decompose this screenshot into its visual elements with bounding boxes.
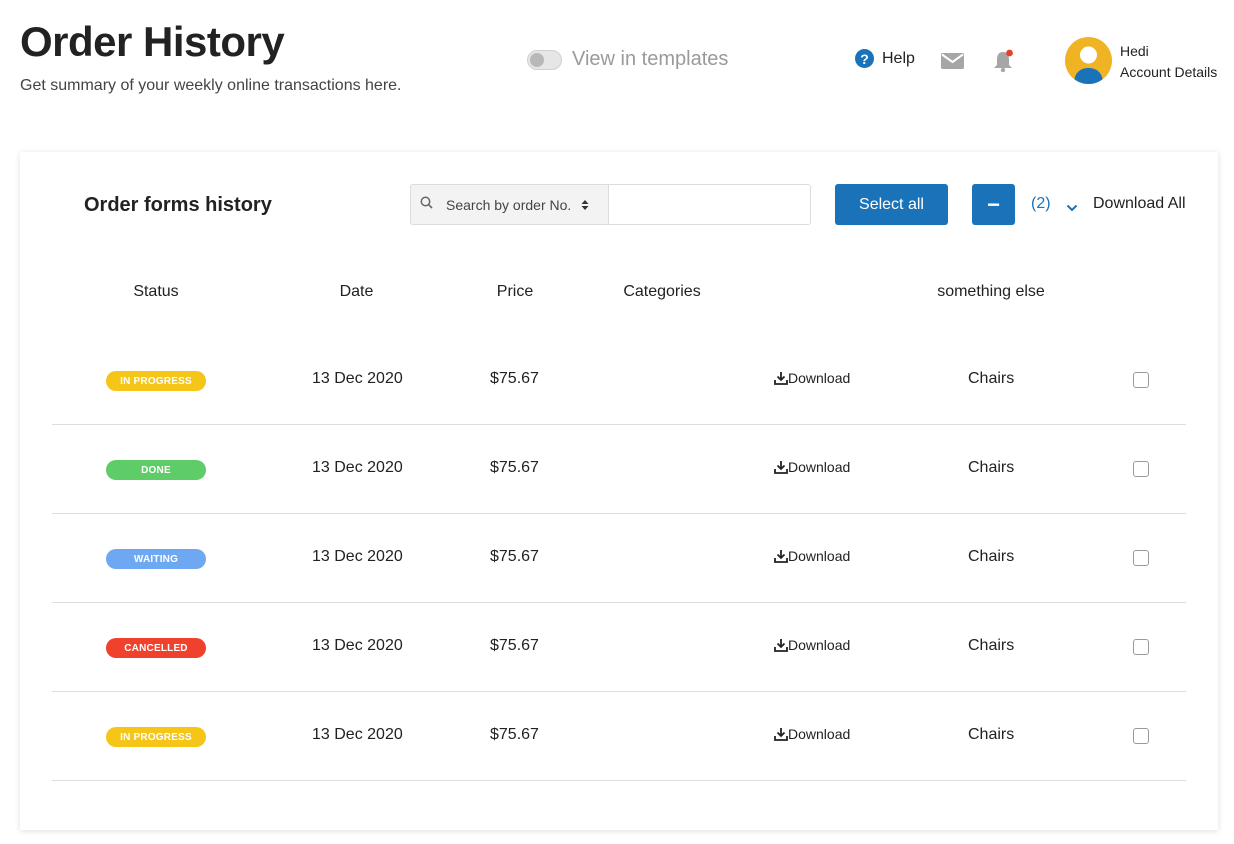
order-price: $75.67 (490, 637, 539, 654)
view-templates-toggle-group: View in templates (527, 48, 728, 71)
download-label: Download (788, 548, 851, 564)
download-all-button[interactable]: Download All (1093, 195, 1186, 213)
download-link[interactable]: Download (774, 726, 850, 742)
view-templates-toggle[interactable] (527, 49, 562, 70)
row-checkbox[interactable] (1133, 728, 1149, 744)
status-badge: CANCELLED (106, 638, 206, 658)
order-price: $75.67 (490, 459, 539, 476)
order-forms-card: Order forms history Search by order No. (20, 152, 1218, 830)
order-price: $75.67 (490, 370, 539, 387)
download-link[interactable]: Download (774, 637, 850, 653)
select-all-button[interactable]: Select all (835, 184, 948, 225)
status-badge: WAITING (106, 549, 206, 569)
section-title: Order forms history (84, 194, 272, 216)
order-history-page: Order History Get summary of your weekly… (0, 0, 1234, 844)
download-label: Download (788, 726, 851, 742)
help-button[interactable]: ? Help (855, 49, 915, 68)
download-label: Download (788, 370, 851, 386)
column-header-date[interactable]: Date (320, 283, 393, 301)
account-menu[interactable]: Hedi Account Details (1120, 41, 1217, 83)
download-icon (774, 728, 788, 741)
status-badge: DONE (106, 460, 206, 480)
download-link[interactable]: Download (774, 459, 850, 475)
status-badge: IN PROGRESS (106, 371, 206, 391)
table-row: WAITING 13 Dec 2020 $75.67 Download Chai… (52, 514, 1186, 603)
order-date: 13 Dec 2020 (312, 459, 403, 476)
table-row: DONE 13 Dec 2020 $75.67 Download Chairs (52, 425, 1186, 514)
search-input[interactable] (609, 185, 810, 224)
download-label: Download (788, 459, 851, 475)
order-category: Chairs (968, 548, 1015, 565)
toggle-knob (530, 52, 544, 67)
page-subtitle: Get summary of your weekly online transa… (20, 77, 402, 94)
notification-dot (1006, 49, 1013, 57)
order-date: 13 Dec 2020 (312, 548, 403, 565)
table-row: IN PROGRESS 13 Dec 2020 $75.67 Download … (52, 692, 1186, 781)
sort-arrows-icon (581, 199, 589, 211)
table-row: IN PROGRESS 13 Dec 2020 $75.67 Download … (52, 336, 1186, 425)
row-checkbox[interactable] (1133, 372, 1149, 388)
row-checkbox[interactable] (1133, 639, 1149, 655)
download-icon (774, 461, 788, 474)
help-label: Help (882, 49, 915, 67)
status-badge: IN PROGRESS (106, 727, 206, 747)
download-icon (774, 639, 788, 652)
order-category: Chairs (968, 370, 1015, 387)
column-header-something-else[interactable]: something else (926, 283, 1056, 301)
page-title: Order History (20, 18, 285, 65)
row-checkbox[interactable] (1133, 461, 1149, 477)
order-date: 13 Dec 2020 (312, 726, 403, 743)
table-row: CANCELLED 13 Dec 2020 $75.67 Download Ch… (52, 603, 1186, 692)
search-icon (420, 196, 433, 214)
avatar[interactable] (1065, 37, 1112, 84)
account-details-label: Account Details (1120, 64, 1218, 80)
bell-icon[interactable] (993, 49, 1015, 78)
user-name: Hedi (1120, 43, 1149, 59)
download-label: Download (788, 637, 851, 653)
search-bar: Search by order No. (410, 184, 811, 225)
selected-count: (2) (1031, 195, 1051, 212)
row-checkbox[interactable] (1133, 550, 1149, 566)
order-category: Chairs (968, 637, 1015, 654)
order-price: $75.67 (490, 548, 539, 565)
column-header-categories[interactable]: Categories (612, 283, 712, 301)
order-price: $75.67 (490, 726, 539, 743)
mail-icon[interactable] (941, 53, 964, 74)
search-type-select[interactable]: Search by order No. (411, 185, 609, 224)
column-header-status[interactable]: Status (112, 283, 200, 301)
search-select-label: Search by order No. (446, 196, 572, 213)
download-icon (774, 550, 788, 563)
chevron-down-icon[interactable] (1066, 199, 1078, 217)
order-category: Chairs (968, 459, 1015, 476)
download-link[interactable]: Download (774, 548, 850, 564)
toggle-label: View in templates (572, 48, 729, 70)
order-date: 13 Dec 2020 (312, 370, 403, 387)
help-circle-icon: ? (855, 49, 874, 68)
download-icon (774, 372, 788, 385)
order-date: 13 Dec 2020 (312, 637, 403, 654)
download-link[interactable]: Download (774, 370, 850, 386)
deselect-button[interactable]: − (972, 184, 1015, 225)
column-header-price[interactable]: Price (480, 283, 550, 301)
order-category: Chairs (968, 726, 1015, 743)
